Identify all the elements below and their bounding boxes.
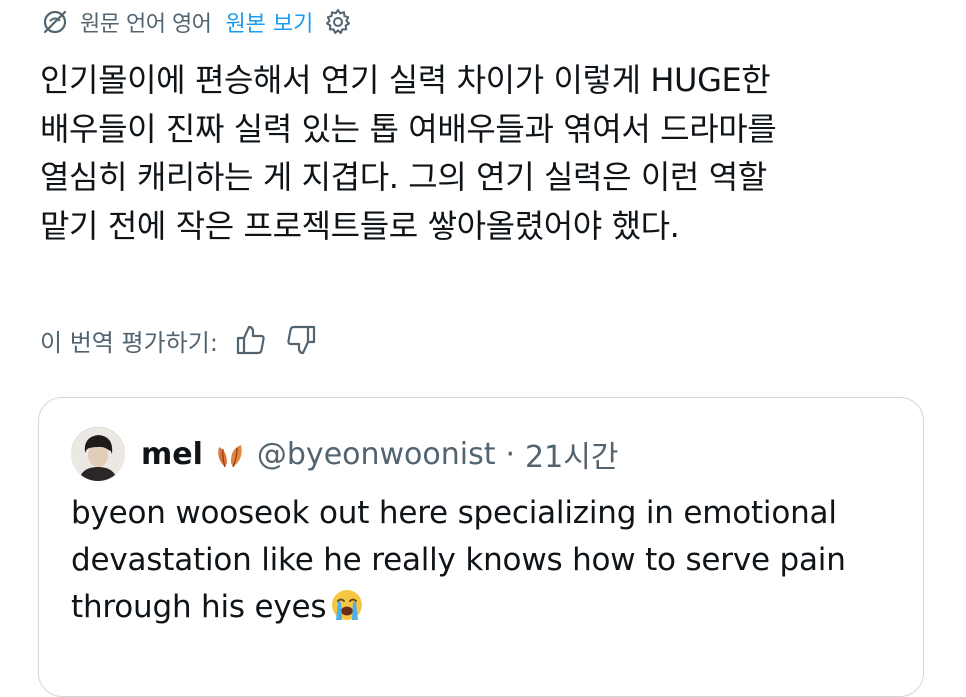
quoted-author-handle[interactable]: @byeonwoonist [257, 437, 496, 472]
tweet-text-line: 인기몰이에 편승해서 연기 실력 차이가 이렇게 HUGE한 [40, 61, 771, 99]
tweet-text-line: 배우들이 진짜 실력 있는 톱 여배우들과 엮여서 드라마를 [40, 109, 777, 148]
quoted-tweet-header: mel @byeonwoonist · 21시간 [71, 427, 618, 481]
thumbs-up-icon[interactable] [234, 323, 268, 357]
gear-icon[interactable] [323, 7, 353, 37]
quoted-text-line: through his eyes [71, 584, 911, 631]
translation-bar: 원문 언어 영어 원본 보기 [40, 2, 353, 42]
show-original-link[interactable]: 원본 보기 [225, 6, 313, 38]
tweet-text-line: 열심히 캐리하는 게 지겹다. 그의 연기 실력은 이런 역할 [40, 158, 767, 196]
translate-off-icon [40, 7, 70, 37]
quoted-tweet-card[interactable]: mel @byeonwoonist · 21시간 byeon wooseok o… [38, 397, 924, 697]
quoted-text-line: byeon wooseok out here specializing in e… [71, 495, 837, 531]
quoted-tweet-text: byeon wooseok out here specializing in e… [71, 490, 911, 631]
meta-separator: · [505, 436, 516, 472]
quoted-author-name[interactable]: mel [141, 437, 203, 472]
quoted-timestamp[interactable]: 21시간 [525, 432, 618, 476]
tweet-text-line: 맡기 전에 작은 프로젝트들로 쌓아올렸어야 했다. [40, 206, 680, 245]
avatar[interactable] [71, 427, 125, 481]
loudly-crying-emoji [330, 588, 364, 622]
leaves-emoji [213, 437, 247, 471]
tweet-text: 인기몰이에 편승해서 연기 실력 차이가 이렇게 HUGE한 배우들이 진짜 실… [40, 56, 940, 250]
rate-translation-label: 이 번역 평가하기: [40, 328, 218, 357]
quoted-text-line: devastation like he really knows how to … [71, 542, 846, 578]
rate-translation-bar: 이 번역 평가하기: [40, 318, 318, 362]
quoted-text-segment: through his eyes [71, 589, 327, 625]
thumbs-down-icon[interactable] [284, 323, 318, 357]
source-language-label: 원문 언어 영어 [80, 12, 212, 37]
